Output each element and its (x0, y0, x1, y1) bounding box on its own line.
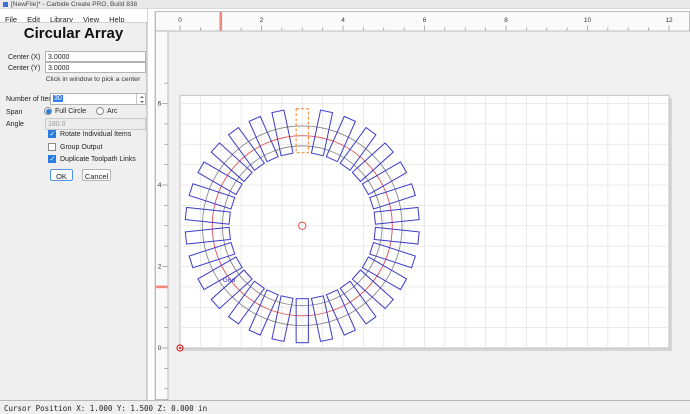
center-x-label: Center (X) (8, 54, 40, 61)
circular-array-panel: Circular Array Center (X) Center (Y) Cli… (0, 22, 147, 400)
menu-bar: FileEditLibraryViewHelp (0, 9, 147, 22)
ok-button[interactable]: OK (50, 169, 73, 181)
cancel-button[interactable]: Cancel (82, 169, 111, 181)
span-label: Span (6, 109, 22, 116)
center-y-input[interactable] (45, 62, 146, 73)
radio-full-circle[interactable]: Full Circle (44, 107, 86, 115)
rotate-individual-label: Rotate Individual Items (60, 131, 131, 138)
radio-arc[interactable]: Arc (96, 107, 118, 115)
top-ruler-label: 2 (260, 17, 264, 24)
radio-full-circle-icon (44, 107, 52, 115)
radio-full-circle-label: Full Circle (55, 108, 86, 115)
group-output-checkbox-icon (48, 143, 56, 151)
checkbox-duplicate-toolpath[interactable]: Duplicate Toolpath Links (48, 155, 136, 163)
checkbox-rotate-individual[interactable]: Rotate Individual Items (48, 130, 131, 138)
title-bar: [NewFile]* - Carbide Create PRO, Build 8… (0, 0, 690, 9)
top-ruler-label: 0 (178, 17, 182, 24)
top-ruler-label: 10 (584, 17, 592, 24)
number-of-items-spinbox[interactable]: 30 (50, 93, 146, 105)
top-ruler-label: 8 (504, 17, 508, 24)
pick-center-hint: Click in window to pick a center (40, 76, 146, 83)
rotate-individual-checkbox-icon (48, 130, 56, 138)
duplicate-toolpath-checkbox-icon (48, 155, 56, 163)
checkbox-group-output[interactable]: Group Output (48, 143, 102, 151)
cursor-position-text: Cursor Position X: 1.000 Y: 1.500 Z: 0.0… (0, 401, 690, 413)
angle-input (45, 118, 146, 130)
radio-arc-icon (96, 107, 104, 115)
radio-arc-label: Arc (107, 108, 118, 115)
spin-down-button[interactable] (137, 99, 146, 104)
spinner-buttons (136, 94, 145, 104)
panel-divider (147, 9, 148, 400)
app-icon (3, 2, 8, 7)
canvas-grid-label: Grid (223, 277, 236, 284)
status-bar: Cursor Position X: 1.000 Y: 1.500 Z: 0.0… (0, 400, 690, 414)
left-ruler-label: 6 (158, 101, 162, 108)
left-ruler-label: 2 (158, 264, 162, 271)
number-of-items-value: 30 (53, 95, 63, 102)
left-ruler-label: 4 (158, 182, 162, 189)
angle-label: Angle (6, 121, 24, 128)
left-ruler-label: 0 (158, 345, 162, 352)
center-x-input[interactable] (45, 51, 146, 62)
top-ruler-label: 12 (665, 17, 673, 24)
top-ruler-label: 6 (423, 17, 427, 24)
center-y-label: Center (Y) (8, 65, 40, 72)
design-canvas[interactable]: Grid 0 2 4 6 8 10 12 6 4 2 0 (155, 11, 690, 400)
top-ruler-label: 4 (341, 17, 345, 24)
duplicate-toolpath-label: Duplicate Toolpath Links (60, 156, 136, 163)
panel-title: Circular Array (0, 25, 147, 42)
canvas-svg[interactable]: Grid 0 2 4 6 8 10 12 6 4 2 0 (155, 11, 690, 400)
group-output-label: Group Output (60, 144, 102, 151)
window-title: [NewFile]* - Carbide Create PRO, Build 8… (11, 1, 137, 8)
